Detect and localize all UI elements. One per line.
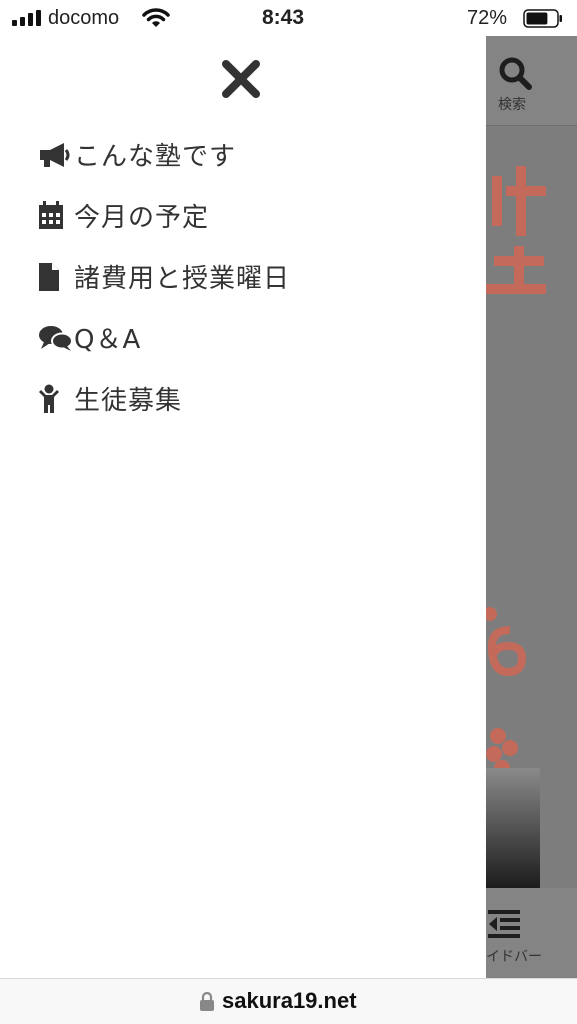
menu-item-recruitment[interactable]: 生徒募集 [38, 368, 290, 429]
carrier-name: docomo [48, 7, 120, 29]
url-domain[interactable]: sakura19.net [222, 988, 357, 1014]
browser-url-bar[interactable]: sakura19.net [0, 978, 577, 1024]
lock-icon [200, 991, 214, 1011]
menu-item-label: 今月の予定 [74, 203, 210, 233]
sidebar-outdent-icon [488, 910, 520, 938]
menu-item-schedule[interactable]: 今月の予定 [38, 185, 290, 246]
search-button[interactable]: 検索 [486, 36, 577, 126]
menu-item-fees[interactable]: 諸費用と授業曜日 [38, 246, 290, 307]
battery-percentage: 72% [467, 7, 508, 29]
chat-bubbles-icon [38, 323, 74, 353]
close-icon[interactable] [218, 56, 264, 102]
background-page-overlay[interactable]: 検索 イドバー [486, 36, 577, 978]
drawer-menu: こんな塾です 今月の予定 諸費用と授業曜日 Q＆A 生徒募集 [38, 124, 290, 429]
menu-item-label: 生徒募集 [74, 386, 183, 416]
clock: 8:43 [262, 6, 305, 29]
menu-item-label: Q＆A [74, 325, 142, 355]
menu-item-label: 諸費用と授業曜日 [74, 264, 291, 294]
background-title-fragment [486, 166, 546, 294]
battery-icon [523, 9, 562, 28]
background-image-fragment [486, 768, 540, 888]
menu-item-about[interactable]: こんな塾です [38, 124, 290, 185]
search-icon [499, 57, 532, 90]
sidebar-button[interactable]: イドバー [486, 888, 577, 978]
document-icon [38, 262, 74, 292]
cellular-signal-icon [12, 10, 41, 26]
sidebar-label: イドバー [486, 949, 542, 965]
menu-item-qa[interactable]: Q＆A [38, 307, 290, 368]
calendar-icon [38, 200, 74, 231]
navigation-drawer: こんな塾です 今月の予定 諸費用と授業曜日 Q＆A 生徒募集 [0, 36, 486, 978]
menu-item-label: こんな塾です [74, 142, 237, 172]
wifi-icon [142, 8, 170, 27]
child-icon [38, 384, 74, 414]
megaphone-icon [38, 140, 74, 170]
background-number-fragment [486, 607, 527, 677]
status-bar: docomo 8:43 72% [0, 0, 577, 36]
search-label: 検索 [498, 97, 526, 113]
